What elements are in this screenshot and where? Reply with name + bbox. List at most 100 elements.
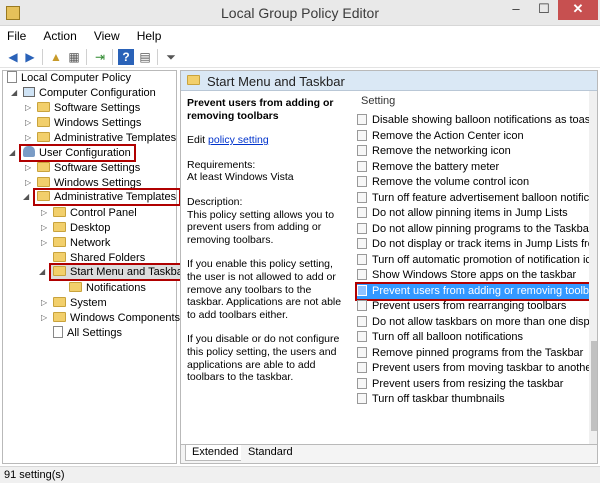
menu-view[interactable]: View xyxy=(87,26,127,43)
description-disable: If you disable or do not configure this … xyxy=(187,333,340,384)
tree-system[interactable]: ▷ System xyxy=(41,296,107,310)
tree-computer-configuration[interactable]: ◢ Computer Configuration xyxy=(11,86,156,100)
setting-row[interactable]: Prevent users from resizing the taskbar xyxy=(357,377,597,392)
expand-arrow-icon[interactable]: ▷ xyxy=(41,236,51,250)
folder-icon xyxy=(187,75,200,85)
policy-icon xyxy=(7,71,17,83)
setting-row[interactable]: Do not allow pinning items in Jump Lists xyxy=(357,206,597,221)
status-bar: 91 setting(s) xyxy=(0,466,600,483)
expand-arrow-icon[interactable]: ▷ xyxy=(41,206,51,220)
policy-setting-icon xyxy=(357,377,367,389)
setting-row[interactable]: Do not display or track items in Jump Li… xyxy=(357,237,597,252)
settings-scrollbar[interactable] xyxy=(589,91,597,446)
policy-setting-icon xyxy=(357,207,367,218)
filter-icon[interactable]: ⏷ xyxy=(163,49,179,65)
menu-file[interactable]: File xyxy=(0,26,33,43)
folder-icon xyxy=(53,266,66,276)
setting-row[interactable]: Turn off feature advertisement balloon n… xyxy=(357,191,597,206)
tab-standard[interactable]: Standard xyxy=(241,445,300,461)
details-header-title: Start Menu and Taskbar xyxy=(207,74,345,89)
scrollbar-thumb[interactable] xyxy=(591,341,597,431)
navigation-tree: Local Computer Policy ◢ Computer Configu… xyxy=(2,70,192,464)
setting-label: Remove the Action Center icon xyxy=(372,129,524,142)
setting-row[interactable]: Turn off automatic promotion of notifica… xyxy=(357,253,597,268)
setting-row[interactable]: Disable showing balloon notifications as… xyxy=(357,113,597,128)
back-icon[interactable]: ◀ xyxy=(5,49,21,65)
settings-list: Setting Disable showing balloon notifica… xyxy=(353,91,597,446)
collapse-arrow-icon[interactable]: ◢ xyxy=(39,265,49,279)
setting-row[interactable]: Prevent users from rearranging toolbars xyxy=(357,299,597,314)
tree-network[interactable]: ▷ Network xyxy=(41,236,110,250)
tree-cc-software-settings[interactable]: ▷ Software Settings xyxy=(25,101,140,115)
setting-label: Disable showing balloon notifications as… xyxy=(372,114,597,126)
column-header-setting[interactable]: Setting xyxy=(353,95,597,111)
tree-start-menu-and-taskbar[interactable]: ◢ Start Menu and Taskbar xyxy=(39,263,192,281)
policy-setting-icon xyxy=(357,253,367,265)
tree-shared-folders[interactable]: Shared Folders xyxy=(53,251,145,265)
setting-label: Prevent users from adding or removing to… xyxy=(372,284,597,297)
expand-arrow-icon[interactable]: ▷ xyxy=(25,116,35,130)
expand-arrow-icon[interactable]: ▷ xyxy=(41,221,51,235)
menu-help[interactable]: Help xyxy=(130,26,169,43)
policy-setting-icon xyxy=(357,191,367,203)
tree-uc-software-settings[interactable]: ▷ Software Settings xyxy=(25,161,140,175)
minimize-button[interactable]: – xyxy=(502,0,530,20)
setting-row[interactable]: Remove the volume control icon xyxy=(357,175,597,190)
setting-row[interactable]: Do not allow pinning programs to the Tas… xyxy=(357,222,597,237)
setting-row[interactable]: Remove the battery meter xyxy=(357,160,597,175)
details-pane: Start Menu and Taskbar Prevent users fro… xyxy=(180,70,598,464)
expand-arrow-icon[interactable]: ▷ xyxy=(41,296,51,310)
up-folder-icon[interactable]: ▲ xyxy=(48,49,64,65)
toolbar-separator xyxy=(42,49,43,65)
setting-row[interactable]: Do not allow taskbars on more than one d… xyxy=(357,315,597,330)
menu-action[interactable]: Action xyxy=(36,26,83,43)
setting-row[interactable]: Remove the Action Center icon xyxy=(357,129,597,144)
tree-local-computer-policy[interactable]: Local Computer Policy xyxy=(7,71,131,85)
show-tree-icon[interactable]: ▦ xyxy=(66,49,82,65)
tree-notifications[interactable]: Notifications xyxy=(69,281,146,295)
description-enable: If you enable this policy setting, the u… xyxy=(187,258,342,321)
setting-label: Turn off all balloon notifications xyxy=(372,331,524,343)
tree-user-configuration[interactable]: ◢ User Configuration xyxy=(9,144,136,162)
setting-row[interactable]: Prevent users from moving taskbar to ano… xyxy=(357,361,597,376)
forward-icon[interactable]: ▶ xyxy=(22,49,38,65)
view-tabs: Extended Standard xyxy=(181,444,597,463)
policy-setting-icon xyxy=(357,331,367,342)
policy-setting-icon xyxy=(357,284,367,296)
tree-desktop[interactable]: ▷ Desktop xyxy=(41,221,110,235)
setting-row[interactable]: Remove pinned programs from the Taskbar xyxy=(357,346,597,361)
policy-setting-icon xyxy=(357,269,367,280)
properties-icon[interactable]: ▤ xyxy=(137,49,153,65)
expand-arrow-icon[interactable]: ▷ xyxy=(25,101,35,115)
collapse-arrow-icon[interactable]: ◢ xyxy=(11,86,21,100)
expand-arrow-icon[interactable]: ▷ xyxy=(25,131,35,145)
setting-row[interactable]: Turn off all balloon notifications xyxy=(357,330,597,345)
tree-all-settings[interactable]: All Settings xyxy=(53,326,122,340)
expand-arrow-icon[interactable]: ▷ xyxy=(25,176,35,190)
maximize-button[interactable]: ☐ xyxy=(530,0,558,20)
collapse-arrow-icon[interactable]: ◢ xyxy=(23,190,33,204)
expand-arrow-icon[interactable]: ▷ xyxy=(41,311,51,325)
policy-setting-icon xyxy=(357,145,367,156)
close-button[interactable]: ✕ xyxy=(558,0,598,20)
tree-control-panel[interactable]: ▷ Control Panel xyxy=(41,206,137,220)
setting-row[interactable]: Show Windows Store apps on the taskbar xyxy=(357,268,597,283)
policy-setting-icon xyxy=(357,129,367,141)
help-icon[interactable]: ? xyxy=(118,49,134,65)
setting-row[interactable]: Remove the networking icon xyxy=(357,144,597,159)
export-list-icon[interactable]: ⇥ xyxy=(92,49,108,65)
collapse-arrow-icon[interactable]: ◢ xyxy=(9,146,19,160)
tree-uc-administrative-templates[interactable]: ◢ Administrative Templates xyxy=(23,188,182,206)
expand-arrow-icon[interactable]: ▷ xyxy=(25,161,35,175)
tree-cc-administrative-templates[interactable]: ▷ Administrative Templates xyxy=(25,131,176,145)
setting-label: Do not allow pinning programs to the Tas… xyxy=(372,222,593,235)
setting-row[interactable]: Turn off taskbar thumbnails xyxy=(357,392,597,407)
tab-extended[interactable]: Extended xyxy=(185,445,246,461)
setting-label: Do not allow pinning items in Jump Lists xyxy=(372,207,568,219)
setting-row-selected[interactable]: Prevent users from adding or removing to… xyxy=(355,281,597,301)
tree-cc-windows-settings[interactable]: ▷ Windows Settings xyxy=(25,116,141,130)
user-icon xyxy=(23,146,35,157)
edit-policy-setting-link[interactable]: policy setting xyxy=(208,134,269,146)
tree-uc-windows-settings[interactable]: ▷ Windows Settings xyxy=(25,176,141,190)
tree-windows-components[interactable]: ▷ Windows Components xyxy=(41,311,180,325)
